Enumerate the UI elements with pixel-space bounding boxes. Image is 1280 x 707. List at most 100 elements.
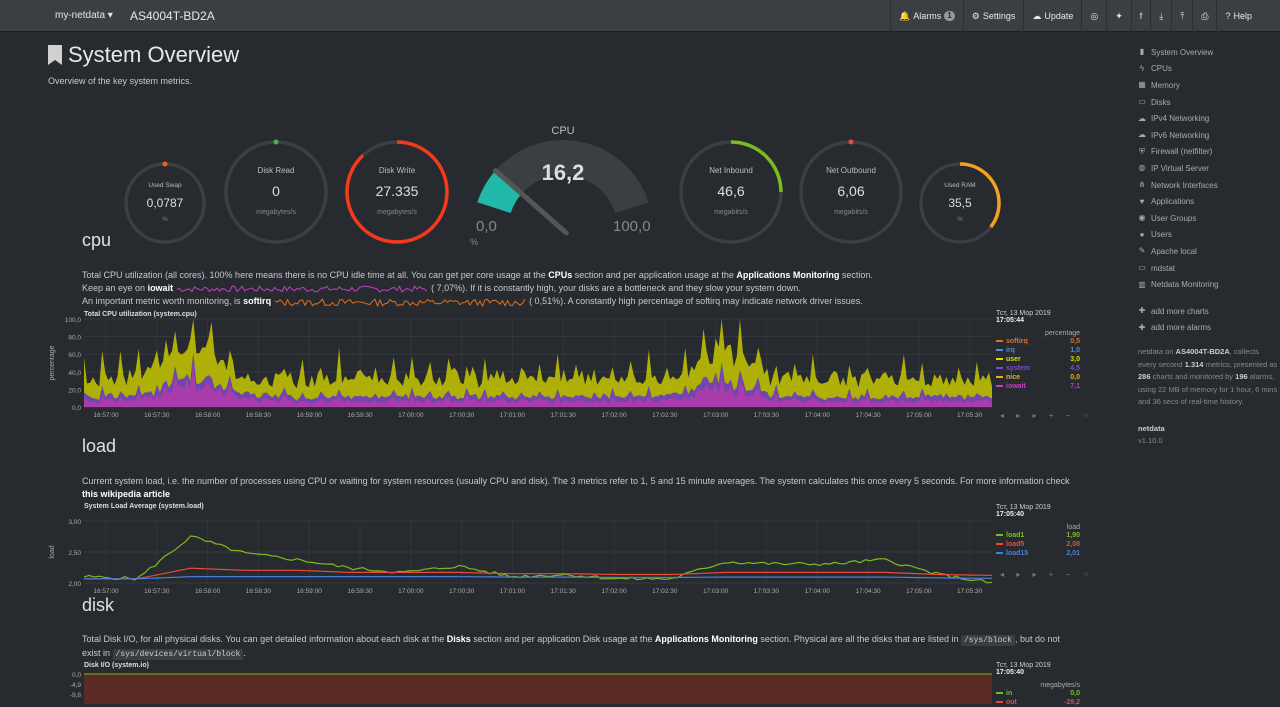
- sidebar-item-label: IPv4 Networking: [1151, 114, 1210, 124]
- heartbeat-icon: ♥: [1139, 196, 1145, 206]
- gauge-label: Net Inbound: [709, 166, 753, 176]
- upload-button[interactable]: ⤒: [1171, 0, 1192, 32]
- legend-item-irq[interactable]: irq 1,0: [996, 346, 1080, 355]
- x-tick-label: 16:57:30: [144, 588, 170, 595]
- wikipedia-link[interactable]: this wikipedia article: [82, 489, 170, 499]
- settings-button[interactable]: ⚙ Settings: [962, 0, 1024, 32]
- x-tick-label: 16:57:00: [93, 588, 119, 595]
- sidebar-item-cpus[interactable]: ϟ CPUs: [1138, 61, 1278, 78]
- button-label: Help: [1233, 11, 1252, 21]
- sidebar-item-ipv4-networking[interactable]: ☁ IPv4 Networking: [1138, 110, 1278, 127]
- x-tick-label: 17:05:30: [957, 588, 983, 595]
- sidebar-item-ip-virtual-server[interactable]: ◍ IP Virtual Server: [1138, 160, 1278, 177]
- y-tick-label: 40,0: [68, 370, 81, 377]
- add-alarms-link[interactable]: ✚ add more alarms: [1138, 320, 1278, 337]
- legend-item-in[interactable]: in 0,0: [996, 689, 1080, 698]
- legend-name: load15: [996, 549, 1028, 558]
- add-charts-link[interactable]: ✚ add more charts: [1138, 303, 1278, 320]
- legend-value: 7,1: [1070, 383, 1080, 390]
- sidebar-item-disks[interactable]: ▭ Disks: [1138, 94, 1278, 111]
- legend-value: 3,0: [1070, 356, 1080, 363]
- sidebar-item-memory[interactable]: ▦ Memory: [1138, 77, 1278, 94]
- facebook-button[interactable]: f: [1130, 0, 1151, 32]
- cpu-chart[interactable]: 100,0 80,0 60,0 40,0 20,0 0,0 16:57:00 16:57:30…: [44, 317, 994, 427]
- cpu-chart-controls[interactable]: ◂ ▸ ▸ + − ⁘: [1000, 411, 1094, 420]
- update-button[interactable]: ☁ Update: [1023, 0, 1081, 32]
- cpu-gauge-value: 16,2: [541, 160, 585, 185]
- legend-swatch: [996, 692, 1003, 695]
- load-chart-legend: Тст, 13 Мор 2019 17:05:40 load load1 1,90 loa…: [996, 504, 1080, 558]
- legend-units: megabytes/s: [1040, 682, 1080, 689]
- legend-item-system[interactable]: system 4,5: [996, 364, 1080, 373]
- legend-name: load5: [996, 540, 1024, 549]
- series-line-load1: [83, 535, 993, 584]
- legend-item-iowait[interactable]: iowait 7,1: [996, 382, 1080, 391]
- legend-time: 17:05:44: [996, 317, 1025, 324]
- legend-label: nice: [1006, 374, 1021, 381]
- legend-label: system: [1006, 365, 1031, 372]
- load-chart[interactable]: 3,00 2,50 2,00 16:57:00 16:57:30 16:58:00 16:5…: [44, 509, 994, 597]
- gauge-ram[interactable]: Used RAM 35,5%: [917, 160, 1003, 246]
- legend-date: Тст, 13 Мор 2019: [996, 310, 1051, 317]
- plus-icon: ✚: [1138, 322, 1146, 332]
- version: v1.10.0: [1138, 436, 1163, 446]
- sidebar-item-system-overview[interactable]: ▮ System Overview: [1138, 44, 1278, 61]
- disk-chart[interactable]: 0,0 -4,9 -9,8: [44, 670, 994, 704]
- print-button[interactable]: ⎙: [1192, 0, 1216, 32]
- help-button[interactable]: ? Help: [1216, 0, 1260, 32]
- disks-link[interactable]: Disks: [447, 634, 471, 644]
- legend-item-softirq[interactable]: softirq 0,5: [996, 337, 1080, 346]
- sidebar-item-mdstat[interactable]: ▭ mdstat: [1138, 260, 1278, 277]
- gauge-unit: %: [162, 216, 168, 223]
- download-button[interactable]: ⤓: [1150, 0, 1171, 32]
- sidebar-item-apache-local[interactable]: ✎ Apache local: [1138, 243, 1278, 260]
- legend-item-nice[interactable]: nice 0,0: [996, 373, 1080, 382]
- x-tick-label: 16:58:30: [246, 412, 272, 419]
- sidebar-item-label: Apache local: [1151, 246, 1197, 256]
- cpu-cpus-link[interactable]: CPUs: [548, 270, 572, 280]
- twitter-icon: ✦: [1115, 11, 1123, 21]
- x-tick-label: 17:04:30: [855, 588, 881, 595]
- legend-item-user[interactable]: user 3,0: [996, 355, 1080, 364]
- x-tick-label: 17:02:00: [601, 588, 627, 595]
- twitter-button[interactable]: ✦: [1106, 0, 1131, 32]
- gauge-disk-write[interactable]: Disk Write 27.335 megabytes/s: [343, 138, 451, 246]
- sidebar-item-firewall-netfilter-[interactable]: ⛨ Firewall (netfilter): [1138, 144, 1278, 161]
- cpu-gauge-unit: %: [470, 237, 479, 247]
- apps-link[interactable]: Applications Monitoring: [655, 634, 758, 644]
- sidebar-item-label: mdstat: [1151, 263, 1176, 273]
- host-title[interactable]: AS4004T-BD2A: [130, 0, 215, 32]
- x-tick-label: 17:05:30: [957, 412, 983, 419]
- sidebar-item-user-groups[interactable]: ◉ User Groups: [1138, 210, 1278, 227]
- legend-swatch: [996, 552, 1003, 555]
- sidebar-item-users[interactable]: ● Users: [1138, 227, 1278, 244]
- cpu-desc-text: ( 0,51%). A constantly high percentage o…: [529, 296, 863, 306]
- legend-label: user: [1006, 356, 1021, 363]
- gauge-cpu[interactable]: CPU 16,2 0,0 100,0%: [468, 120, 658, 250]
- legend-item-out[interactable]: out -29,2: [996, 698, 1080, 707]
- legend-item-load1[interactable]: load1 1,90: [996, 531, 1080, 540]
- cpu-gauge-min: 0,0: [476, 218, 497, 235]
- gauge-net-in[interactable]: Net Inbound 46,6 megabits/s: [677, 138, 785, 246]
- x-tick-label: 16:57:00: [93, 412, 119, 419]
- sidebar-item-ipv6-networking[interactable]: ☁ IPv6 Networking: [1138, 127, 1278, 144]
- cpu-desc-text: Keep an eye on: [82, 283, 148, 293]
- cpu-apps-link[interactable]: Applications Monitoring: [736, 270, 839, 280]
- sidebar-item-network-interfaces[interactable]: ⋔ Network Interfaces: [1138, 177, 1278, 194]
- github-button[interactable]: ◎: [1081, 0, 1106, 32]
- gauge-net-out[interactable]: Net Outbound 6,06 megabits/s: [797, 138, 905, 246]
- legend-name: user: [996, 355, 1021, 364]
- sidebar-item-applications[interactable]: ♥ Applications: [1138, 193, 1278, 210]
- x-tick-label: 16:58:00: [195, 588, 221, 595]
- sidebar-item-netdata-monitoring[interactable]: ▥ Netdata Monitoring: [1138, 276, 1278, 293]
- y-tick-label: 0,0: [72, 672, 81, 679]
- host-dropdown[interactable]: my-netdata ▾: [45, 0, 123, 32]
- legend-swatch: [996, 349, 1003, 352]
- sidebar-item-label: User Groups: [1151, 213, 1197, 223]
- load-chart-controls[interactable]: ◂ ▸ ▸ + − ⁘: [1000, 570, 1094, 579]
- alarms-button[interactable]: 🔔 Alarms 1: [890, 0, 963, 32]
- legend-item-load15[interactable]: load15 2,01: [996, 549, 1080, 558]
- gauge-disk-read[interactable]: Disk Read 0 megabytes/s: [222, 138, 330, 246]
- gauge-swap[interactable]: Used Swap 0,0787%: [122, 160, 208, 246]
- legend-item-load5[interactable]: load5 2,08: [996, 540, 1080, 549]
